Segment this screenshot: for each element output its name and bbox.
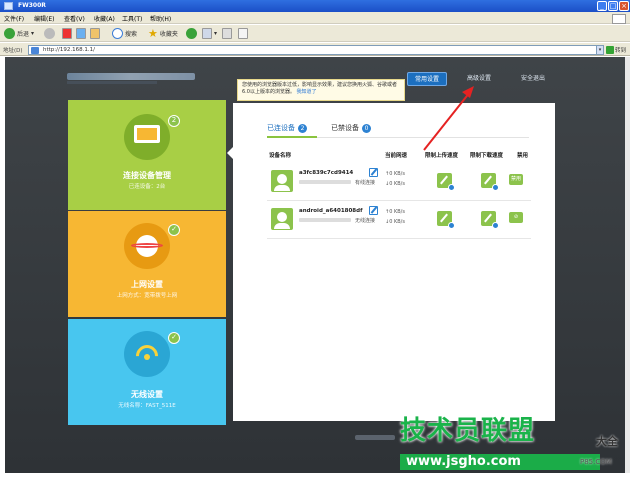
watermark-suffix: 大全 bbox=[596, 435, 618, 448]
watermark-url: www.jsgho.com bbox=[400, 454, 600, 470]
watermark-tail: P85.COM bbox=[580, 458, 612, 466]
watermark-brand: 技术员联盟 bbox=[400, 416, 536, 446]
annotation-arrow-icon bbox=[423, 86, 474, 151]
